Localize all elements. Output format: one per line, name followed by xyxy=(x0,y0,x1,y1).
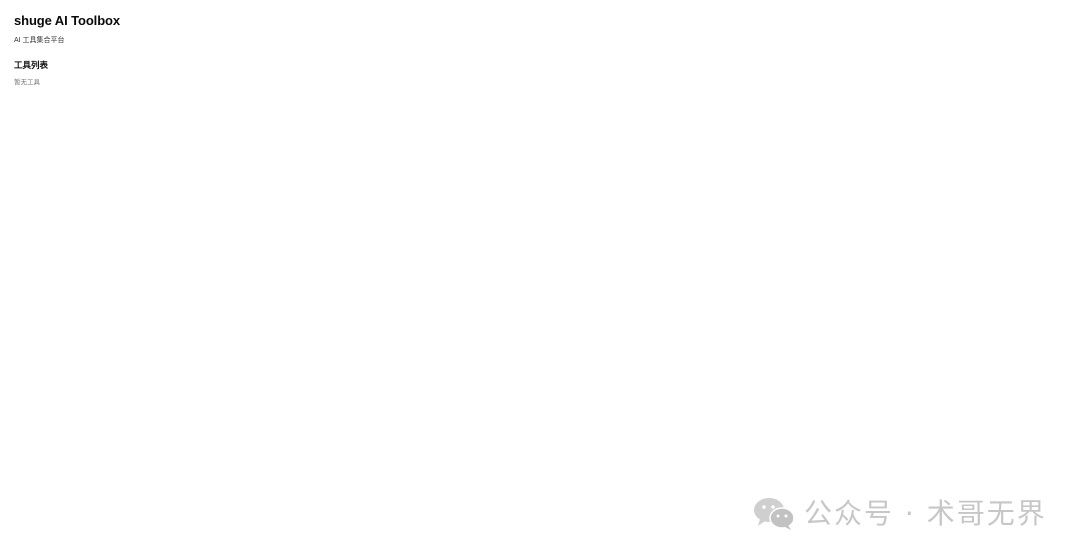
wechat-icon xyxy=(752,496,796,532)
app-subtitle: AI 工具集合平台 xyxy=(14,37,65,44)
app-header: shuge AI Toolbox AI 工具集合平台 xyxy=(14,12,120,46)
tool-list-section: 工具列表 暂无工具 xyxy=(14,59,48,87)
watermark-text: 公众号 · 术哥无界 xyxy=(804,497,1047,530)
app-title: shuge AI Toolbox xyxy=(14,13,121,28)
tool-list-heading: 工具列表 xyxy=(14,60,49,70)
page: shuge AI Toolbox AI 工具集合平台 工具列表 暂无工具 公众号… xyxy=(0,0,1080,558)
empty-state-text: 暂无工具 xyxy=(14,79,40,86)
watermark: 公众号 · 术哥无界 xyxy=(752,496,1047,532)
